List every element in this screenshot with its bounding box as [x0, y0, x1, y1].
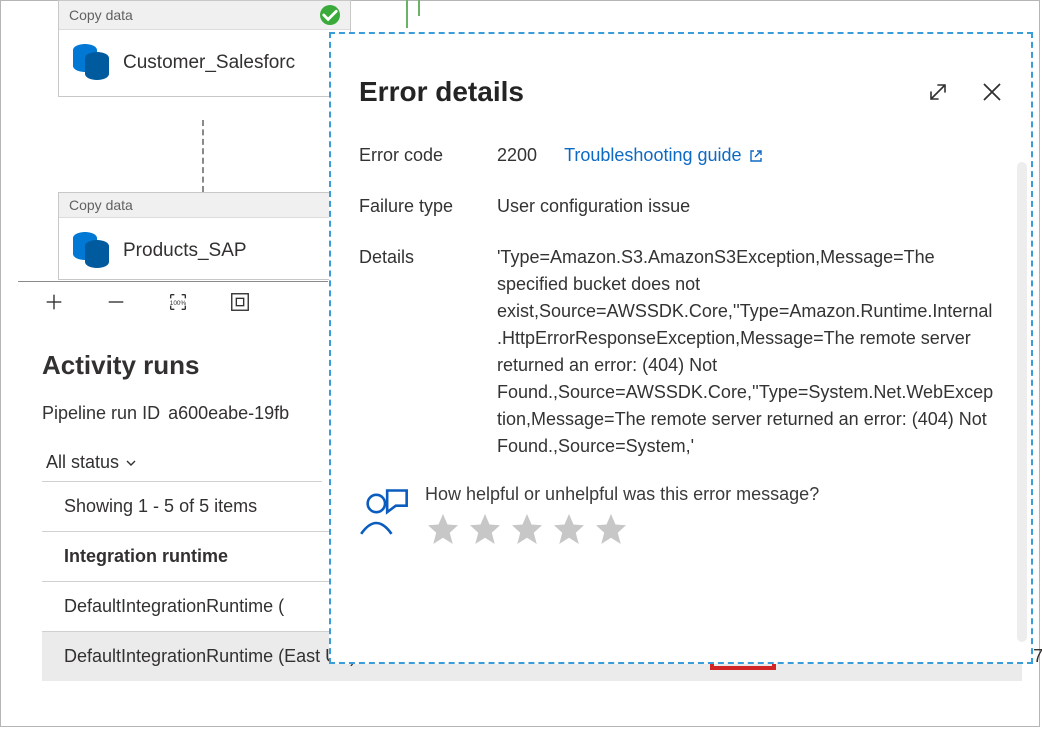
connector-green — [406, 0, 408, 28]
zoom-level-button[interactable]: 100% — [164, 288, 192, 316]
failure-type-value: User configuration issue — [497, 193, 690, 220]
star-2[interactable] — [467, 511, 503, 547]
canvas-toolbar: 100% — [18, 281, 328, 316]
star-5[interactable] — [593, 511, 629, 547]
error-code-label: Error code — [359, 142, 497, 169]
status-filter-dropdown[interactable]: All status — [42, 444, 322, 482]
close-icon[interactable] — [979, 79, 1005, 105]
zoom-out-button[interactable] — [102, 288, 130, 316]
scrollbar[interactable] — [1017, 162, 1027, 642]
connector-green-2 — [418, 0, 420, 16]
activity-name: Customer_Salesforc — [123, 52, 295, 74]
svg-text:100%: 100% — [170, 300, 187, 307]
zoom-in-button[interactable] — [40, 288, 68, 316]
star-1[interactable] — [425, 511, 461, 547]
activity-type-label: Copy data — [69, 7, 133, 23]
pipeline-run-id-value: a600eabe-19fb — [168, 403, 289, 424]
troubleshooting-guide-link[interactable]: Troubleshooting guide — [564, 142, 763, 169]
pipeline-run-id-label: Pipeline run ID — [42, 403, 160, 424]
feedback-block: How helpful or unhelpful was this error … — [359, 484, 1013, 547]
star-3[interactable] — [509, 511, 545, 547]
error-details-panel: Error details Error code 2200 Troublesho… — [329, 32, 1033, 664]
star-4[interactable] — [551, 511, 587, 547]
feedback-person-icon — [359, 484, 411, 536]
expand-icon[interactable] — [925, 79, 951, 105]
external-link-icon — [748, 148, 764, 164]
panel-title: Error details — [359, 76, 524, 108]
database-icon — [73, 44, 111, 82]
activity-type-label: Copy data — [69, 197, 133, 213]
activity-name: Products_SAP — [123, 240, 247, 262]
feedback-question: How helpful or unhelpful was this error … — [425, 484, 819, 505]
failure-type-label: Failure type — [359, 193, 497, 220]
activity-box-customer[interactable]: Copy data Customer_Salesforc — [58, 0, 351, 97]
details-value: 'Type=Amazon.S3.AmazonS3Exception,Messag… — [497, 244, 997, 460]
fit-screen-button[interactable] — [226, 288, 254, 316]
database-icon — [73, 232, 111, 270]
status-filter-label: All status — [46, 452, 119, 473]
error-code-value: 2200 — [497, 145, 537, 165]
chevron-down-icon — [125, 457, 137, 469]
status-success-icon — [320, 5, 340, 25]
runtime-name: DefaultIntegrationRuntime (East US) — [64, 646, 356, 667]
activity-box-products[interactable]: Copy data Products_SAP — [58, 192, 333, 280]
star-rating — [425, 511, 819, 547]
activity-header: Copy data — [59, 1, 350, 30]
activity-header: Copy data — [59, 193, 332, 218]
connector-vertical — [202, 120, 204, 192]
troubleshooting-guide-text: Troubleshooting guide — [564, 142, 741, 169]
details-label: Details — [359, 244, 497, 460]
